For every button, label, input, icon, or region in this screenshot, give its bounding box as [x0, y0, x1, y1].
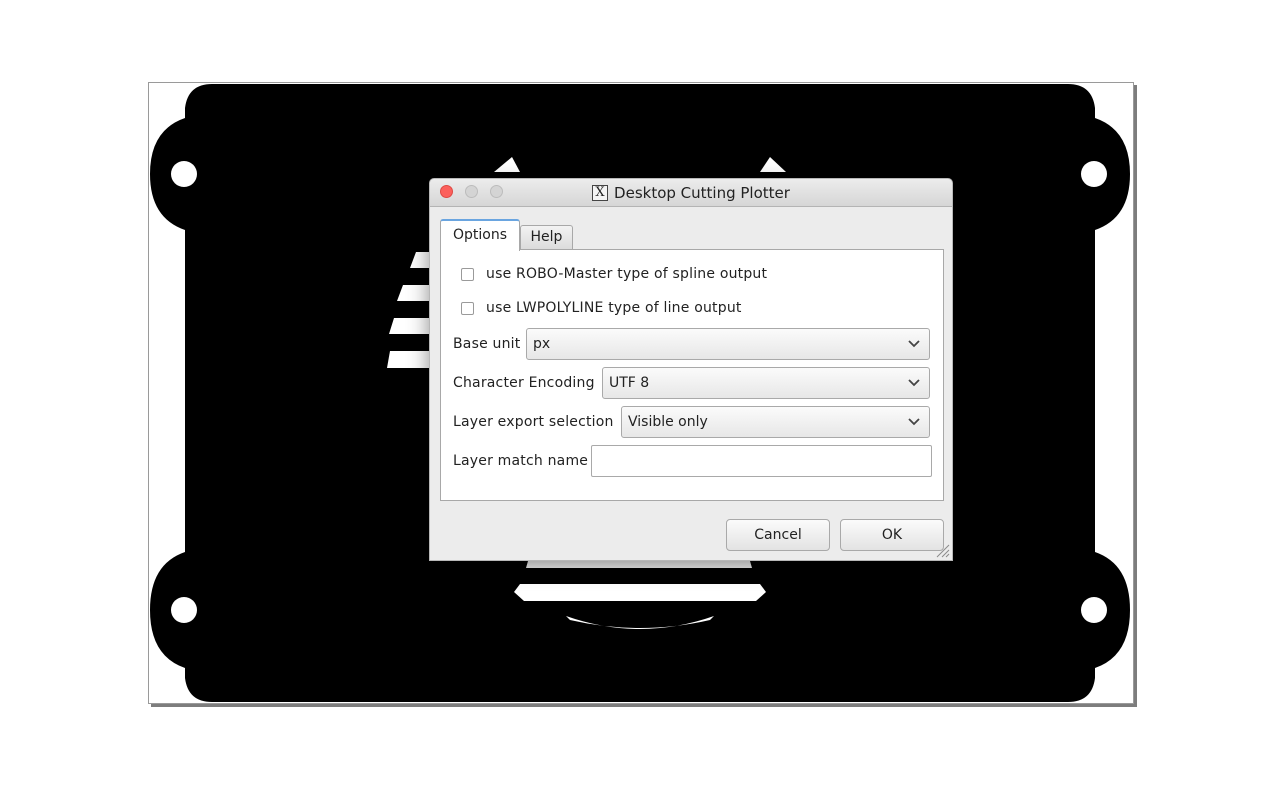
- lwpolyline-label: use LWPOLYLINE type of line output: [486, 300, 742, 316]
- resize-grip-icon[interactable]: [934, 542, 950, 558]
- title-group: X Desktop Cutting Plotter: [430, 183, 952, 203]
- ok-button[interactable]: OK: [840, 519, 944, 551]
- vent-slot-3: [389, 318, 432, 334]
- dialog-title: Desktop Cutting Plotter: [614, 184, 790, 202]
- tab-help[interactable]: Help: [520, 225, 573, 249]
- dialog-window: X Desktop Cutting Plotter Options Help u…: [429, 178, 953, 561]
- lwpolyline-option[interactable]: use LWPOLYLINE type of line output: [461, 298, 742, 318]
- title-bar[interactable]: X Desktop Cutting Plotter: [430, 179, 952, 207]
- robo-master-checkbox[interactable]: [461, 267, 474, 281]
- mount-hole-top-right: [1081, 161, 1107, 187]
- vent-slot-5: [526, 561, 752, 568]
- base-unit-value: px: [533, 336, 551, 352]
- mount-hole-bottom-left: [171, 597, 197, 623]
- layer-match-label: Layer match name: [453, 453, 589, 469]
- tab-options[interactable]: Options: [440, 219, 520, 251]
- chevron-down-icon: [908, 418, 920, 426]
- mount-hole-bottom-right: [1081, 597, 1107, 623]
- character-encoding-value: UTF 8: [609, 375, 650, 391]
- x11-icon: X: [592, 185, 609, 201]
- chevron-down-icon: [908, 340, 920, 348]
- vent-slot-4: [387, 351, 432, 368]
- chevron-down-icon: [908, 379, 920, 387]
- robo-master-option[interactable]: use ROBO-Master type of spline output: [461, 264, 767, 284]
- layer-export-value: Visible only: [628, 414, 708, 430]
- layer-export-label: Layer export selection: [453, 414, 614, 430]
- layer-export-select[interactable]: Visible only: [621, 406, 930, 438]
- character-encoding-select[interactable]: UTF 8: [602, 367, 930, 399]
- lwpolyline-checkbox[interactable]: [461, 301, 474, 315]
- base-unit-label: Base unit: [453, 336, 521, 352]
- base-unit-select[interactable]: px: [526, 328, 930, 360]
- vent-slot-2: [397, 285, 432, 301]
- character-encoding-label: Character Encoding: [453, 375, 595, 391]
- vent-slot-6: [514, 584, 766, 601]
- layer-match-input[interactable]: [591, 445, 932, 477]
- robo-master-label: use ROBO-Master type of spline output: [486, 266, 768, 282]
- mount-hole-top-left: [171, 161, 197, 187]
- options-panel: use ROBO-Master type of spline output us…: [440, 249, 944, 501]
- cancel-button[interactable]: Cancel: [726, 519, 830, 551]
